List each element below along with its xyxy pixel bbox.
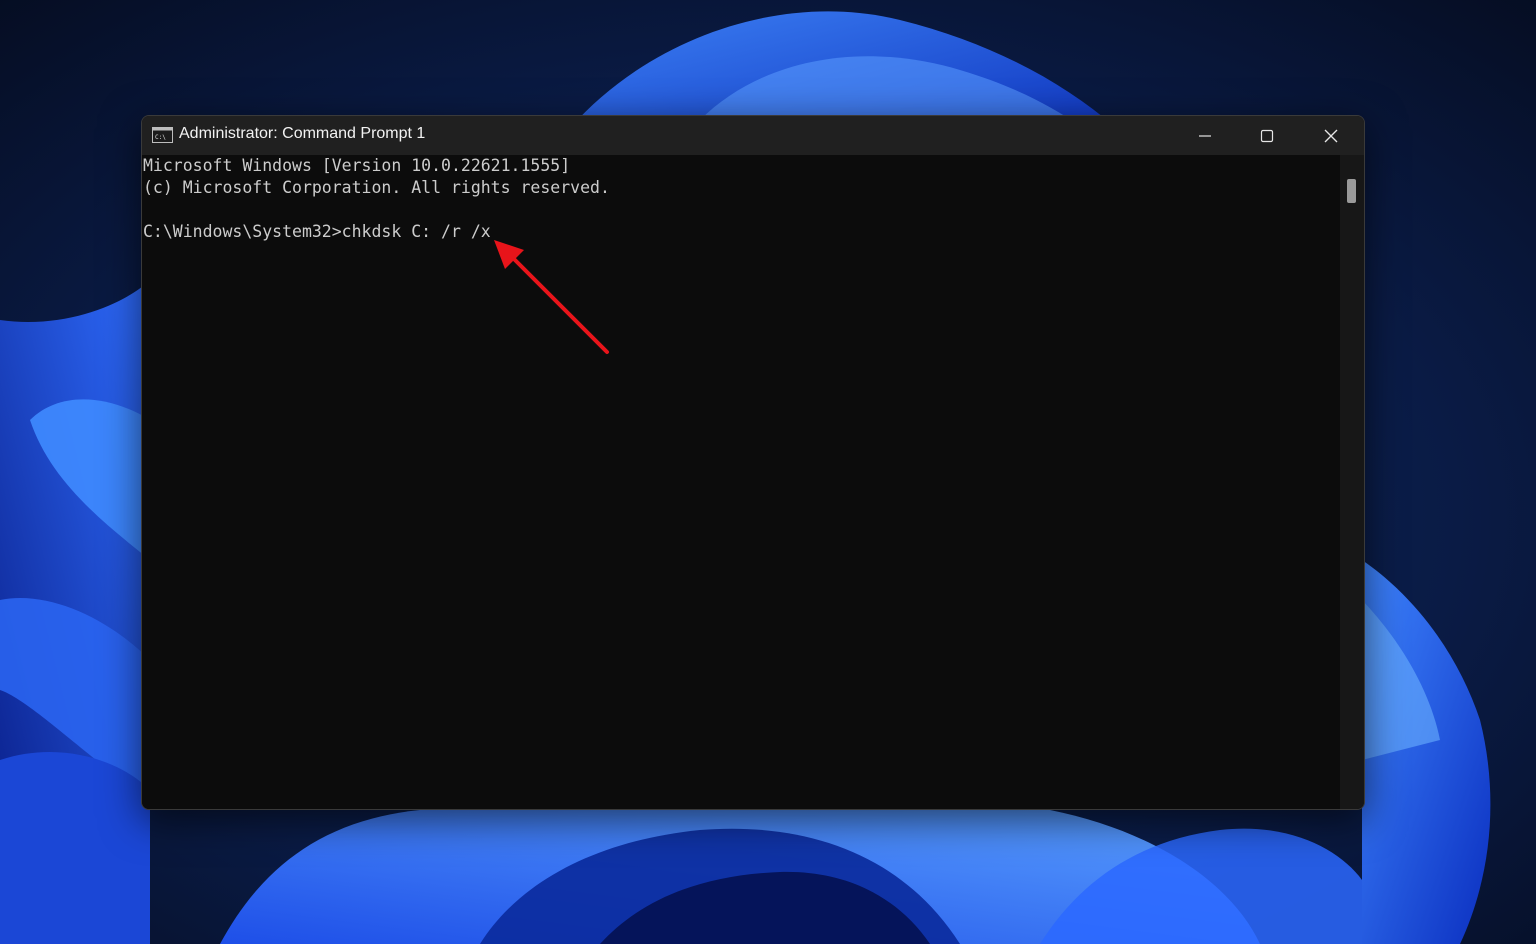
command-line[interactable]: C:\Windows\System32>chkdsk C: /r /x [143, 221, 491, 243]
title-bar[interactable]: C:\ Administrator: Command Prompt 1 [142, 116, 1364, 155]
close-button[interactable] [1298, 116, 1364, 155]
command-prompt-window[interactable]: C:\ Administrator: Command Prompt 1 Micr… [141, 115, 1365, 810]
minimize-button[interactable] [1174, 116, 1236, 155]
scrollbar-thumb[interactable] [1347, 179, 1356, 203]
maximize-button[interactable] [1236, 116, 1298, 155]
minimize-icon [1199, 134, 1211, 137]
copyright-line: (c) Microsoft Corporation. All rights re… [143, 178, 610, 197]
window-title: Administrator: Command Prompt 1 [179, 125, 426, 142]
desktop: C:\ Administrator: Command Prompt 1 Micr… [0, 0, 1536, 944]
maximize-icon [1260, 129, 1274, 142]
version-line: Microsoft Windows [Version 10.0.22621.15… [143, 156, 571, 175]
close-icon [1324, 129, 1338, 142]
console-output[interactable]: Microsoft Windows [Version 10.0.22621.15… [142, 155, 1340, 809]
svg-text:C:\: C:\ [155, 134, 166, 141]
vertical-scrollbar[interactable] [1340, 155, 1364, 809]
command-prompt-icon: C:\ [152, 127, 173, 143]
